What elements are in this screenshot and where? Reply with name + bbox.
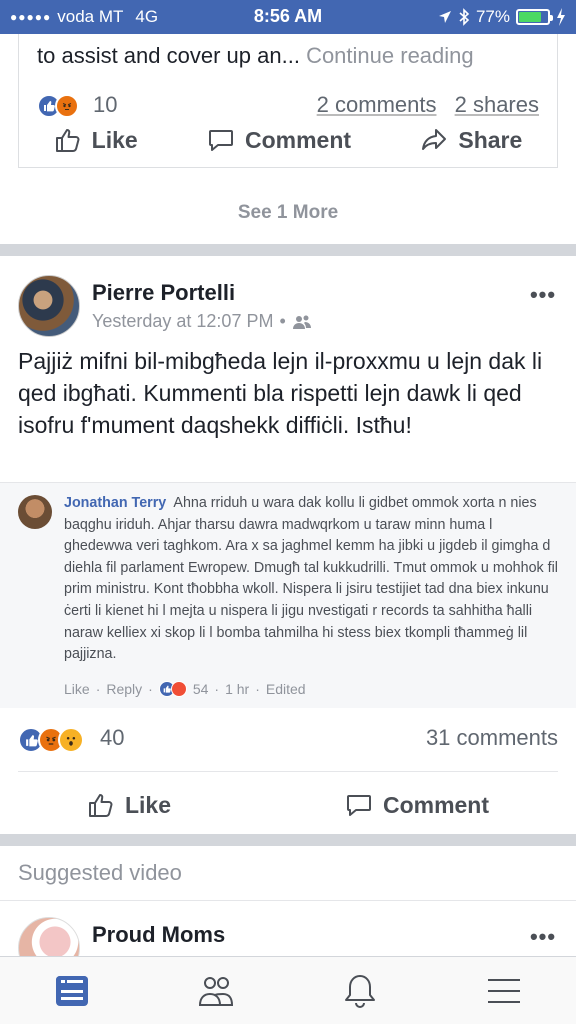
- post-comment-button[interactable]: Comment: [345, 785, 489, 825]
- post-like-button[interactable]: Like: [87, 785, 171, 825]
- feed-divider: [0, 834, 576, 846]
- bottom-tab-bar: [0, 956, 576, 1024]
- post-stats: 40 31 comments: [18, 723, 558, 757]
- post-author-name[interactable]: Pierre Portelli: [92, 280, 235, 306]
- tab-news-feed[interactable]: [42, 966, 102, 1016]
- friends-audience-icon: [292, 315, 311, 329]
- comment-label: Comment: [245, 126, 352, 153]
- comment-count[interactable]: 2 comments: [317, 92, 437, 117]
- tab-notifications[interactable]: [330, 966, 390, 1016]
- reaction-icons[interactable]: [37, 94, 79, 118]
- friends-icon: [198, 976, 234, 1006]
- comment-bubble-icon: [346, 795, 371, 816]
- post-options-icon[interactable]: •••: [528, 282, 558, 308]
- wow-reaction-icon: [58, 727, 84, 753]
- post-reaction-icons[interactable]: [18, 727, 84, 753]
- comment-reaction-icons[interactable]: [158, 681, 187, 697]
- thumbs-up-icon: [88, 794, 113, 817]
- comment-reply-button[interactable]: Reply: [106, 681, 142, 697]
- shared-post-actions: Like Comment Share: [19, 122, 557, 158]
- meta-separator: •: [279, 311, 286, 331]
- comment-body: Jonathan Terry Ahna rriduh u wara dak ko…: [64, 493, 564, 666]
- feed-divider: [0, 244, 576, 256]
- like-label: Like: [124, 791, 171, 818]
- like-button[interactable]: Like: [54, 122, 138, 158]
- separator-dot: ·: [214, 681, 220, 697]
- separator-dot: ·: [95, 681, 101, 697]
- suggested-options-icon[interactable]: •••: [528, 924, 558, 950]
- comment-edited-label[interactable]: Edited: [266, 681, 306, 697]
- commenter-name[interactable]: Jonathan Terry: [64, 495, 166, 511]
- featured-comment[interactable]: Jonathan Terry Ahna rriduh u wara dak ko…: [0, 482, 576, 708]
- post-body-text: Pajjiż mifni bil-mibgħeda lejn il-proxxm…: [18, 348, 543, 438]
- thumbs-up-icon: [55, 129, 80, 152]
- bell-icon: [345, 974, 375, 1008]
- comment-like-button[interactable]: Like: [64, 681, 90, 697]
- post-timestamp[interactable]: Yesterday at 12:07 PM: [92, 311, 273, 332]
- comment-count[interactable]: 31 comments: [426, 725, 558, 750]
- news-feed-icon: [56, 975, 88, 1006]
- angry-reaction-icon: [55, 94, 79, 118]
- like-label: Like: [91, 126, 138, 153]
- share-count[interactable]: 2 shares: [455, 92, 539, 117]
- comment-label: Comment: [382, 791, 490, 818]
- post-meta: Yesterday at 12:07 PM •: [92, 311, 312, 332]
- actions-divider: [18, 771, 558, 772]
- post-actions: Like Comment: [0, 785, 576, 825]
- shared-post-card[interactable]: to assist and cover up an... Continue re…: [18, 34, 558, 168]
- suggested-video-header: Suggested video: [18, 860, 182, 885]
- comments-shares[interactable]: 2 comments 2 shares: [317, 92, 539, 118]
- author-avatar[interactable]: [18, 275, 80, 337]
- share-label: Share: [458, 126, 523, 153]
- shared-post-stats: 10 2 comments 2 shares: [37, 92, 539, 120]
- share-button[interactable]: Share: [420, 122, 522, 158]
- comment-text: Ahna rriduh u wara dak kollu li gidbet o…: [64, 495, 558, 663]
- comment-button[interactable]: Comment: [207, 122, 351, 158]
- charging-bolt-icon: [557, 8, 565, 26]
- shared-post-text: to assist and cover up an... Continue re…: [37, 42, 537, 70]
- suggested-divider: [0, 900, 576, 901]
- tab-menu[interactable]: [474, 966, 534, 1016]
- see-more-link[interactable]: See 1 More: [0, 202, 576, 224]
- continue-reading-link[interactable]: Continue reading: [306, 43, 474, 68]
- comment-bubble-icon: [209, 130, 233, 151]
- tab-friend-requests[interactable]: [186, 966, 246, 1016]
- separator-dot: ·: [255, 681, 260, 697]
- comment-footer: Like · Reply · 54 · 1 hr · Edited: [64, 681, 306, 697]
- shared-post-excerpt: to assist and cover up an...: [37, 43, 300, 68]
- separator-dot: ·: [148, 681, 153, 697]
- page-name[interactable]: Proud Moms: [92, 922, 225, 948]
- comment-reaction-count[interactable]: 54: [193, 681, 209, 697]
- share-arrow-icon: [422, 129, 447, 150]
- hamburger-menu-icon: [488, 978, 520, 1003]
- comment-time: 1 hr: [225, 681, 250, 697]
- post-reaction-count[interactable]: 40: [100, 725, 124, 751]
- cut-off-text-line: [37, 20, 537, 32]
- post-comment-count[interactable]: 31 comments: [426, 725, 558, 751]
- reaction-count[interactable]: 10: [93, 92, 117, 118]
- commenter-avatar[interactable]: [18, 495, 52, 529]
- angry-reaction-icon: [170, 681, 187, 697]
